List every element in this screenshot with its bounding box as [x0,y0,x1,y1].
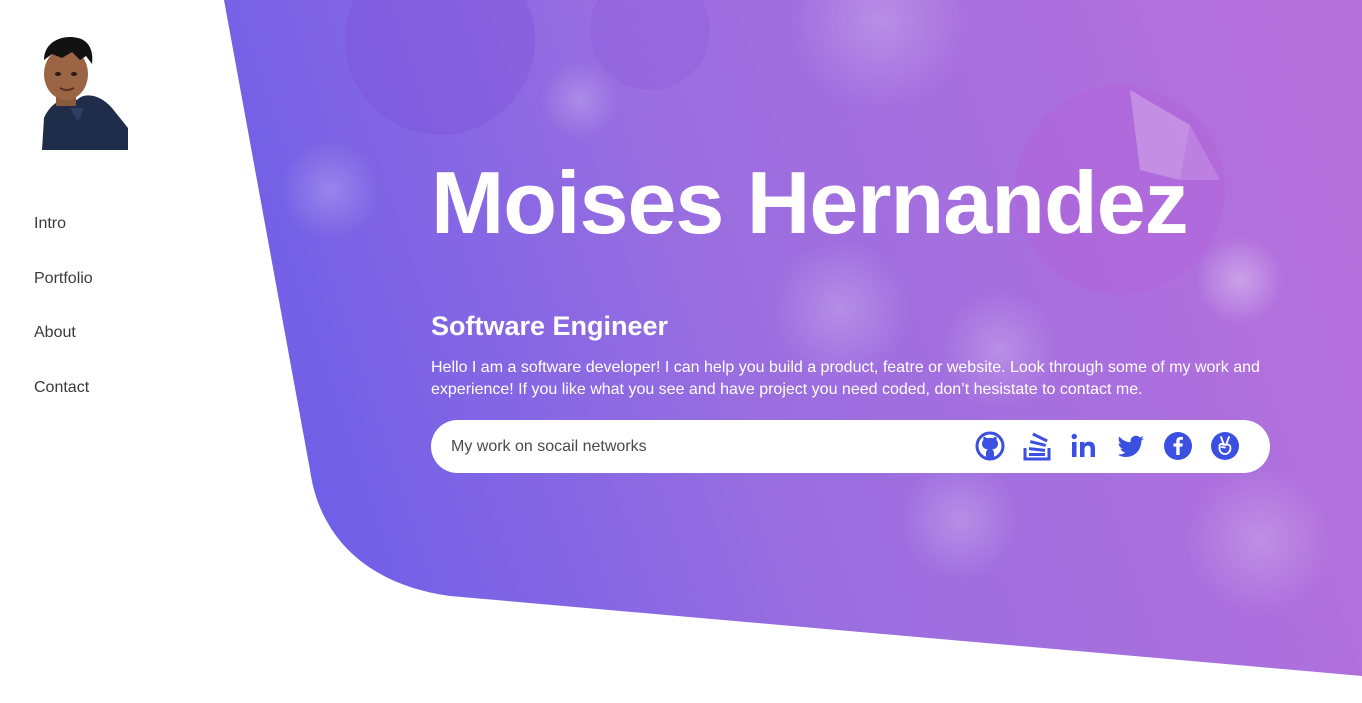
nav-item-contact[interactable]: Contact [34,379,93,434]
social-label: My work on socail networks [451,438,647,455]
linkedin-icon[interactable] [1069,431,1099,461]
social-bar: My work on socail networks [431,420,1270,473]
hero-section: Moises Hernandez Software Engineer Hello… [431,155,1271,401]
social-icons [975,431,1240,461]
nav-item-about[interactable]: About [34,324,93,379]
facebook-icon[interactable] [1163,431,1193,461]
hero-name: Moises Hernandez [431,153,1189,252]
hero-role: Software Engineer [431,311,669,341]
github-icon[interactable] [975,431,1005,461]
avatar [22,30,130,150]
nav-item-intro[interactable]: Intro [34,215,93,270]
hero-description: Hello I am a software developer! I can h… [431,359,1260,398]
main-nav: Intro Portfolio About Contact [34,215,93,433]
stackoverflow-icon[interactable] [1022,431,1052,461]
sidebar: Intro Portfolio About Contact [0,0,230,703]
page: Intro Portfolio About Contact Moises Her… [0,0,1362,703]
nav-item-portfolio[interactable]: Portfolio [34,270,93,325]
angellist-icon[interactable] [1210,431,1240,461]
twitter-icon[interactable] [1116,431,1146,461]
